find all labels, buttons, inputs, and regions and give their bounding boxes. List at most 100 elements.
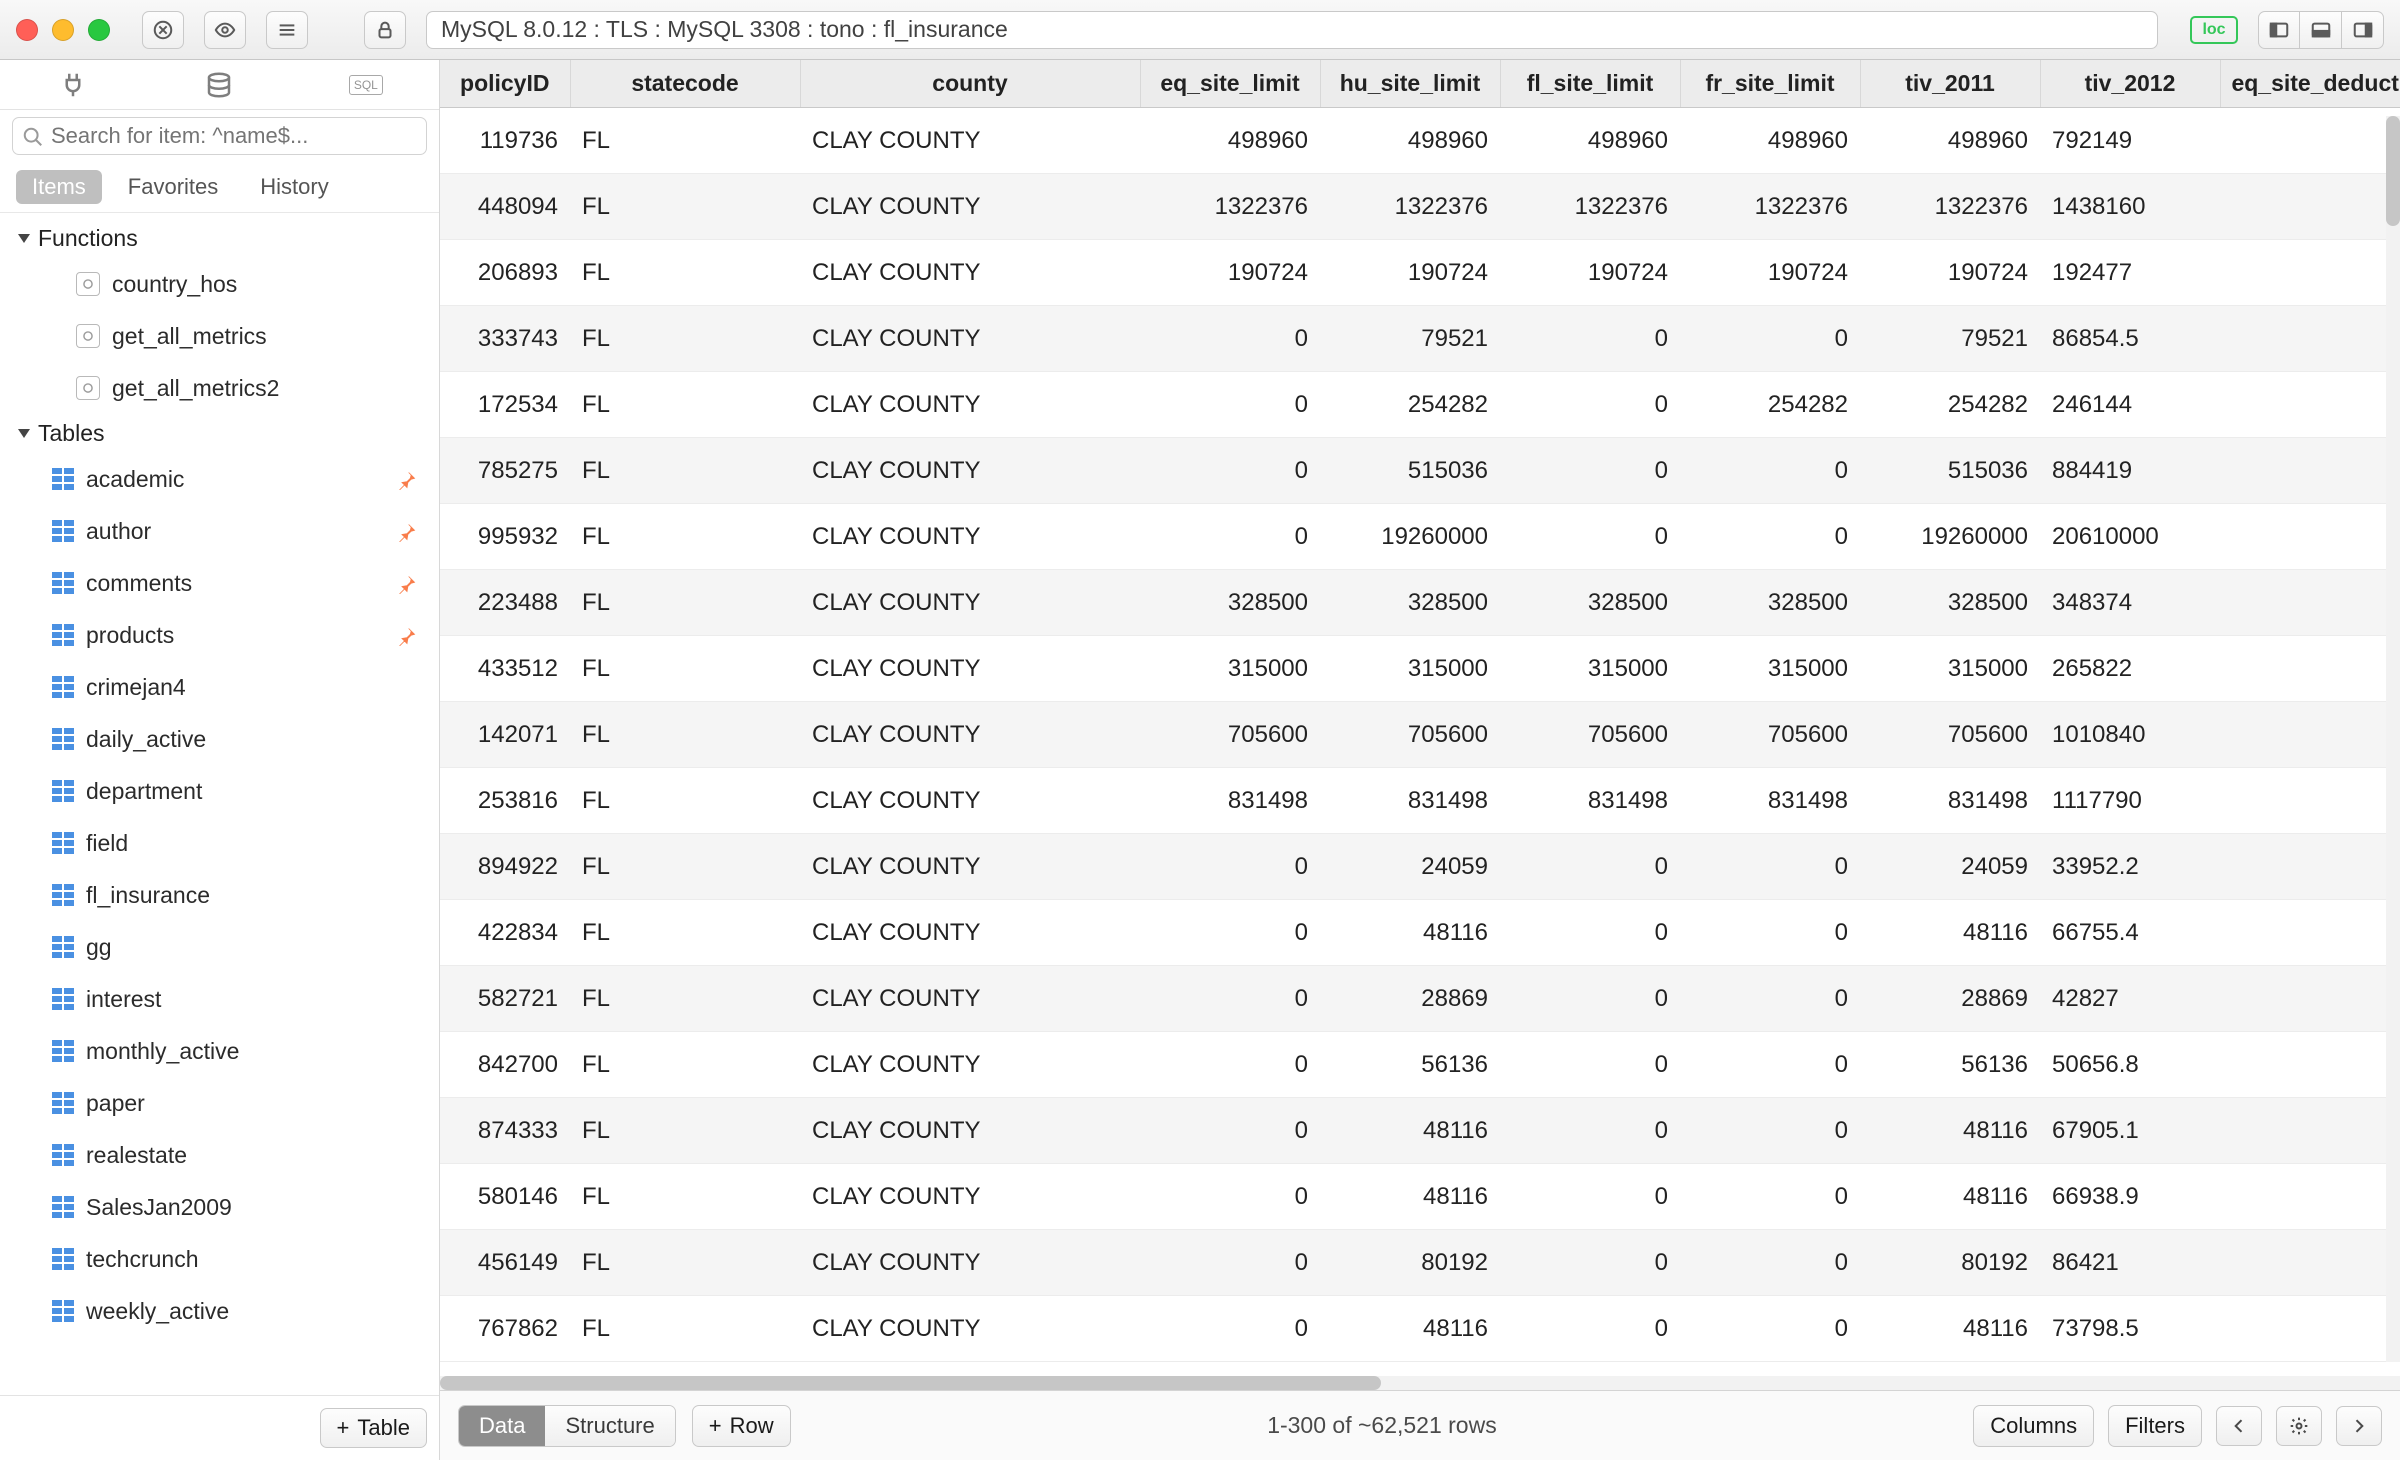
column-header-tiv_2011[interactable]: tiv_2011 [1860,60,2040,108]
cell-tiv_2012[interactable]: 246144 [2040,372,2220,438]
cell-statecode[interactable]: FL [570,702,800,768]
table-row[interactable]: 433512FLCLAY COUNTY315000315000315000315… [440,636,2400,702]
cell-tiv_2011[interactable]: 56136 [1860,1032,2040,1098]
cell-eq_site_limit[interactable]: 0 [1140,438,1320,504]
cell-policyID[interactable]: 448094 [440,174,570,240]
cell-fl_site_limit[interactable]: 831498 [1500,768,1680,834]
column-header-statecode[interactable]: statecode [570,60,800,108]
cell-county[interactable]: CLAY COUNTY [800,1098,1140,1164]
cell-hu_site_limit[interactable]: 48116 [1320,1098,1500,1164]
cell-tiv_2011[interactable]: 48116 [1860,900,2040,966]
cell-county[interactable]: CLAY COUNTY [800,504,1140,570]
cell-fl_site_limit[interactable]: 0 [1500,438,1680,504]
cell-statecode[interactable]: FL [570,834,800,900]
cell-statecode[interactable]: FL [570,570,800,636]
toggle-sidebar-button[interactable] [266,11,308,49]
table-row[interactable]: 874333FLCLAY COUNTY048116004811667905.1 [440,1098,2400,1164]
preview-button[interactable] [204,11,246,49]
cell-eq_site_limit[interactable]: 0 [1140,1296,1320,1362]
add-table-button[interactable]: +Table [320,1408,427,1448]
cell-fl_site_limit[interactable]: 0 [1500,1032,1680,1098]
cell-statecode[interactable]: FL [570,306,800,372]
cell-policyID[interactable]: 172534 [440,372,570,438]
cell-hu_site_limit[interactable]: 705600 [1320,702,1500,768]
cell-fl_site_limit[interactable]: 328500 [1500,570,1680,636]
sidebar-item-monthly_active[interactable]: monthly_active [4,1025,435,1077]
search-input[interactable] [12,117,427,155]
cell-eq_site_deductible[interactable] [2220,834,2400,900]
settings-button[interactable] [2276,1406,2322,1446]
cell-eq_site_limit[interactable]: 0 [1140,834,1320,900]
sidebar-item-author[interactable]: author [4,505,435,557]
cell-policyID[interactable]: 995932 [440,504,570,570]
cell-county[interactable]: CLAY COUNTY [800,636,1140,702]
cell-fl_site_limit[interactable]: 0 [1500,1296,1680,1362]
cell-fl_site_limit[interactable]: 0 [1500,1164,1680,1230]
cell-hu_site_limit[interactable]: 254282 [1320,372,1500,438]
column-header-county[interactable]: county [800,60,1140,108]
cell-fr_site_limit[interactable]: 831498 [1680,768,1860,834]
cell-hu_site_limit[interactable]: 79521 [1320,306,1500,372]
cell-tiv_2011[interactable]: 498960 [1860,108,2040,174]
cell-fr_site_limit[interactable]: 0 [1680,1164,1860,1230]
cell-eq_site_limit[interactable]: 190724 [1140,240,1320,306]
cell-policyID[interactable]: 582721 [440,966,570,1032]
cell-county[interactable]: CLAY COUNTY [800,306,1140,372]
cell-tiv_2011[interactable]: 1322376 [1860,174,2040,240]
cell-fr_site_limit[interactable]: 1322376 [1680,174,1860,240]
cell-tiv_2012[interactable]: 33952.2 [2040,834,2220,900]
cell-policyID[interactable]: 253816 [440,768,570,834]
cell-eq_site_deductible[interactable] [2220,240,2400,306]
cell-fr_site_limit[interactable]: 254282 [1680,372,1860,438]
cell-fr_site_limit[interactable]: 0 [1680,306,1860,372]
cell-policyID[interactable]: 842700 [440,1032,570,1098]
cell-county[interactable]: CLAY COUNTY [800,108,1140,174]
table-row[interactable]: 785275FLCLAY COUNTY051503600515036884419 [440,438,2400,504]
cell-eq_site_limit[interactable]: 0 [1140,966,1320,1032]
cell-fl_site_limit[interactable]: 0 [1500,1098,1680,1164]
table-row[interactable]: 333743FLCLAY COUNTY079521007952186854.5 [440,306,2400,372]
cell-eq_site_deductible[interactable] [2220,768,2400,834]
cell-policyID[interactable]: 206893 [440,240,570,306]
cell-policyID[interactable]: 119736 [440,108,570,174]
plug-icon[interactable] [57,69,89,101]
pane-right-button[interactable] [2342,11,2384,49]
cell-fr_site_limit[interactable]: 0 [1680,900,1860,966]
table-row[interactable]: 580146FLCLAY COUNTY048116004811666938.9 [440,1164,2400,1230]
cell-tiv_2012[interactable]: 42827 [2040,966,2220,1032]
cell-fl_site_limit[interactable]: 0 [1500,504,1680,570]
cell-hu_site_limit[interactable]: 48116 [1320,900,1500,966]
column-header-fr_site_limit[interactable]: fr_site_limit [1680,60,1860,108]
cell-county[interactable]: CLAY COUNTY [800,438,1140,504]
cell-statecode[interactable]: FL [570,108,800,174]
table-row[interactable]: 842700FLCLAY COUNTY056136005613650656.8 [440,1032,2400,1098]
seg-structure-button[interactable]: Structure [545,1406,674,1446]
cell-tiv_2012[interactable]: 86421 [2040,1230,2220,1296]
cell-fr_site_limit[interactable]: 0 [1680,1230,1860,1296]
cell-fl_site_limit[interactable]: 0 [1500,372,1680,438]
cell-hu_site_limit[interactable]: 328500 [1320,570,1500,636]
column-header-eq_site_deductible[interactable]: eq_site_deductible [2220,60,2400,108]
pane-left-button[interactable] [2258,11,2300,49]
stop-button[interactable] [142,11,184,49]
cell-policyID[interactable]: 422834 [440,900,570,966]
cell-county[interactable]: CLAY COUNTY [800,966,1140,1032]
cell-hu_site_limit[interactable]: 515036 [1320,438,1500,504]
cell-tiv_2011[interactable]: 79521 [1860,306,2040,372]
cell-policyID[interactable]: 894922 [440,834,570,900]
cell-hu_site_limit[interactable]: 19260000 [1320,504,1500,570]
cell-eq_site_deductible[interactable] [2220,1230,2400,1296]
cell-hu_site_limit[interactable]: 831498 [1320,768,1500,834]
cell-hu_site_limit[interactable]: 315000 [1320,636,1500,702]
sidebar-item-fl_insurance[interactable]: fl_insurance [4,869,435,921]
table-row[interactable]: 894922FLCLAY COUNTY024059002405933952.2 [440,834,2400,900]
cell-county[interactable]: CLAY COUNTY [800,1296,1140,1362]
cell-tiv_2011[interactable]: 19260000 [1860,504,2040,570]
cell-fr_site_limit[interactable]: 0 [1680,1296,1860,1362]
cell-eq_site_deductible[interactable] [2220,1098,2400,1164]
cell-tiv_2011[interactable]: 48116 [1860,1296,2040,1362]
cell-county[interactable]: CLAY COUNTY [800,768,1140,834]
cell-tiv_2012[interactable]: 1117790 [2040,768,2220,834]
cell-policyID[interactable]: 785275 [440,438,570,504]
sidebar-item-products[interactable]: products [4,609,435,661]
